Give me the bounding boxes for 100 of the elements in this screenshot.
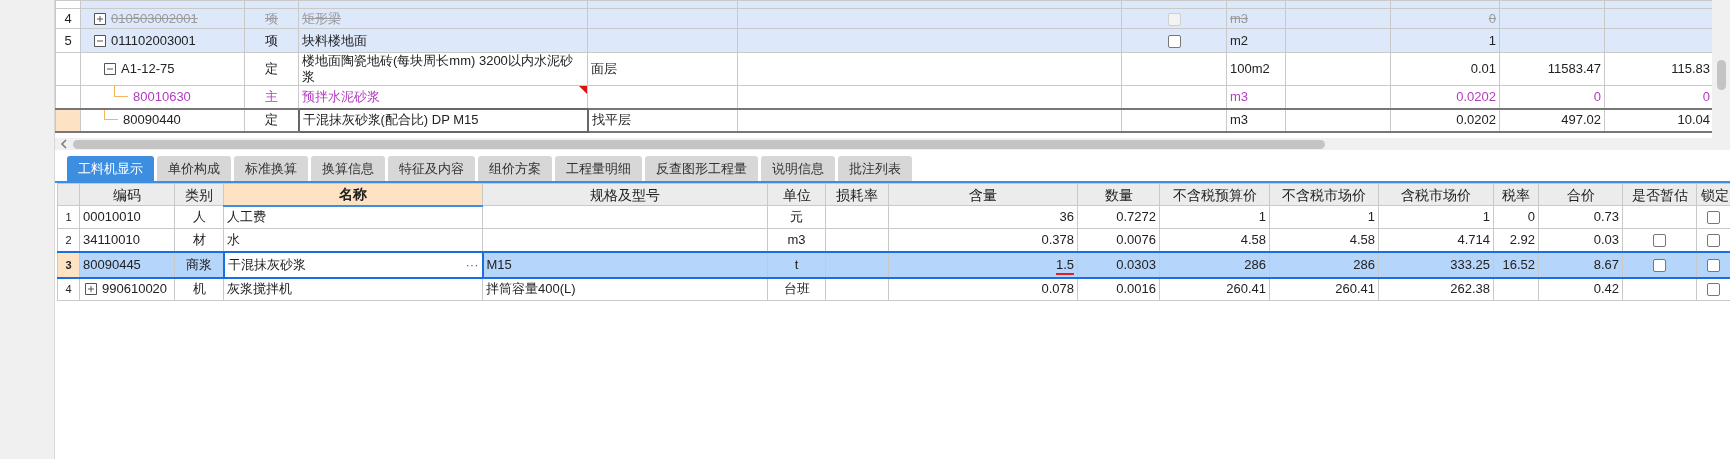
column-header[interactable]: 类别 bbox=[174, 183, 224, 206]
tab[interactable]: 特征及内容 bbox=[388, 156, 475, 181]
checkbox[interactable] bbox=[1707, 258, 1720, 272]
table-cell: 商浆 bbox=[174, 251, 224, 278]
expand-icon[interactable] bbox=[85, 283, 97, 296]
table-cell: 定 bbox=[265, 61, 278, 76]
table-cell: m3 bbox=[1230, 88, 1249, 104]
tab[interactable]: 反查图形工程量 bbox=[645, 156, 758, 181]
column-header[interactable]: 损耗率 bbox=[825, 183, 889, 206]
table-cell: 4.58 bbox=[1159, 228, 1270, 252]
table-cell: 36 bbox=[888, 205, 1078, 229]
table-cell: 0.078 bbox=[888, 277, 1078, 301]
row-number: 2 bbox=[57, 228, 80, 252]
table-cell: 0 bbox=[1702, 88, 1710, 104]
table-cell: m3 bbox=[1230, 10, 1249, 26]
column-header[interactable]: 合价 bbox=[1538, 183, 1623, 206]
item-code: 990610020 bbox=[102, 281, 168, 298]
tree-line bbox=[114, 86, 128, 97]
column-header[interactable]: 税率 bbox=[1493, 183, 1539, 206]
table-cell: 16.52 bbox=[1493, 251, 1539, 278]
table-cell: 11583.47 bbox=[1547, 61, 1601, 76]
table-cell: 面层 bbox=[591, 61, 617, 76]
row-number: 3 bbox=[57, 251, 80, 278]
tab[interactable]: 换算信息 bbox=[311, 156, 385, 181]
table-cell: 333.25 bbox=[1378, 251, 1494, 278]
table-cell: 497.02 bbox=[1561, 112, 1601, 127]
table-cell: 0 bbox=[1488, 10, 1496, 26]
table-cell: 水 bbox=[223, 228, 483, 252]
row-number: 4 bbox=[55, 8, 81, 29]
column-header[interactable]: 锁定 bbox=[1696, 183, 1730, 206]
column-header[interactable]: 规格及型号 bbox=[482, 183, 768, 206]
tab[interactable]: 说明信息 bbox=[761, 156, 835, 181]
table-cell: 0.0202 bbox=[1456, 88, 1496, 104]
table-cell: 项 bbox=[265, 32, 278, 48]
tab[interactable]: 标准换算 bbox=[234, 156, 308, 181]
table-cell: t bbox=[767, 251, 826, 278]
checkbox[interactable] bbox=[1707, 283, 1720, 297]
table-cell: 定 bbox=[264, 112, 278, 127]
item-code: 011102003001 bbox=[111, 32, 196, 49]
checkbox[interactable] bbox=[1653, 233, 1666, 247]
checkbox[interactable] bbox=[1707, 211, 1720, 225]
table-cell: 4.714 bbox=[1378, 228, 1494, 252]
column-header[interactable]: 不含税市场价 bbox=[1269, 183, 1379, 206]
item-code: 010503002001 bbox=[111, 10, 198, 27]
table-cell: 块料楼地面 bbox=[302, 32, 367, 48]
table-cell: 286 bbox=[1269, 251, 1379, 278]
column-header[interactable]: 含税市场价 bbox=[1378, 183, 1494, 206]
checkbox[interactable] bbox=[1707, 233, 1720, 247]
table-cell: 115.83 bbox=[1671, 61, 1710, 76]
table-cell: 0.0303 bbox=[1077, 251, 1160, 278]
horizontal-scrollbar[interactable] bbox=[55, 138, 1712, 150]
table-cell: 1 bbox=[1378, 205, 1494, 229]
tab[interactable]: 工程量明细 bbox=[555, 156, 642, 181]
table-cell: 干混抹灰砂浆(配合比) DP M15 bbox=[302, 112, 479, 127]
table-cell: M15 bbox=[482, 251, 768, 278]
column-header[interactable]: 含量 bbox=[888, 183, 1078, 206]
table-cell: 0.0202 bbox=[1456, 112, 1496, 127]
expand-icon[interactable] bbox=[94, 12, 106, 25]
table-cell: 10.04 bbox=[1677, 112, 1710, 127]
row-number: 1 bbox=[57, 205, 80, 229]
column-header[interactable]: 名称 bbox=[223, 183, 483, 206]
table-cell: 找平层 bbox=[591, 112, 631, 127]
chevron-left-icon[interactable] bbox=[59, 139, 69, 149]
column-header[interactable]: 是否暂估 bbox=[1622, 183, 1697, 206]
tab[interactable]: 组价方案 bbox=[478, 156, 552, 181]
more-button[interactable]: ··· bbox=[465, 257, 479, 272]
table-cell: m2 bbox=[1230, 32, 1249, 48]
table-cell: 286 bbox=[1159, 251, 1270, 278]
column-header[interactable]: 不含税预算价 bbox=[1159, 183, 1270, 206]
collapse-icon[interactable] bbox=[104, 63, 116, 75]
column-header[interactable]: 单位 bbox=[767, 183, 826, 206]
table-cell: 项 bbox=[265, 10, 278, 26]
table-cell: 0.01 bbox=[1470, 61, 1496, 76]
table-cell: 人工费 bbox=[223, 205, 483, 229]
item-code: A1-12-75 bbox=[121, 61, 175, 77]
vertical-scrollbar[interactable] bbox=[1712, 0, 1730, 150]
table-cell: 260.41 bbox=[1159, 277, 1270, 301]
table-cell: 主 bbox=[265, 88, 278, 104]
table-cell: 0.378 bbox=[888, 228, 1078, 252]
table-cell: 灰浆搅拌机 bbox=[223, 277, 483, 301]
table-cell: 8.67 bbox=[1538, 251, 1623, 278]
checkbox[interactable] bbox=[1653, 258, 1666, 272]
table-cell: 100m2 bbox=[1230, 61, 1270, 76]
collapse-icon[interactable] bbox=[94, 34, 106, 47]
table-cell: m3 bbox=[1230, 112, 1249, 127]
table-cell: 拌筒容量400(L) bbox=[482, 277, 768, 301]
table-cell: 262.38 bbox=[1378, 277, 1494, 301]
checkbox[interactable] bbox=[1167, 34, 1181, 48]
row-number: 4 bbox=[57, 277, 80, 301]
table-cell: 干混抹灰砂浆 bbox=[227, 256, 306, 273]
column-header[interactable]: 数量 bbox=[1077, 183, 1160, 206]
column-header[interactable]: 编码 bbox=[79, 183, 175, 206]
table-cell: 矩形梁 bbox=[302, 10, 341, 26]
table-cell: 0 bbox=[1593, 88, 1601, 104]
table-cell: 1 bbox=[1488, 32, 1496, 48]
tree-line bbox=[104, 110, 118, 120]
tab[interactable]: 批注列表 bbox=[838, 156, 912, 181]
row-number: 5 bbox=[55, 28, 81, 53]
tab[interactable]: 单价构成 bbox=[157, 156, 231, 181]
item-code: 80090440 bbox=[123, 112, 181, 128]
